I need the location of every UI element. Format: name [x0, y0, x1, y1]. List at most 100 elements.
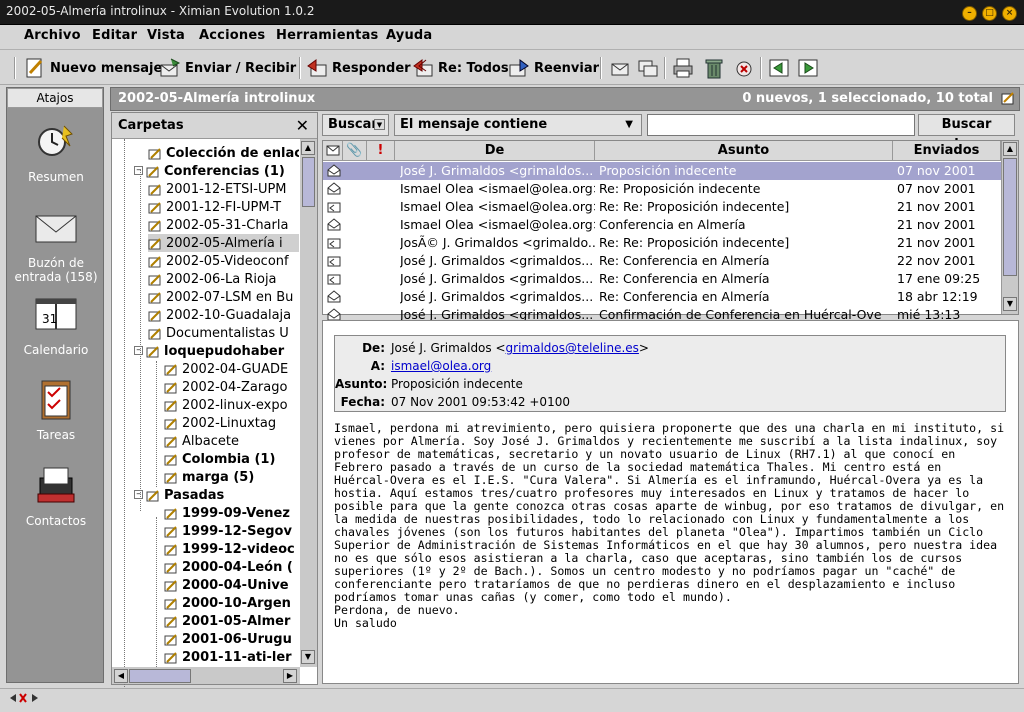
folder-item[interactable]: 2002-06-La Rioja: [148, 270, 299, 288]
folder-label: 1999-12-Segov: [182, 523, 292, 539]
shortcut-summary[interactable]: Resumen: [7, 120, 105, 184]
message-scroll-thumb[interactable]: [1003, 158, 1017, 276]
folder-hscroll-thumb[interactable]: [129, 669, 191, 683]
folder-item[interactable]: 2000-04-Unive: [164, 576, 299, 594]
folder-item[interactable]: 2002-04-GUADE: [164, 360, 299, 378]
shortcut-inbox[interactable]: Buzón de entrada (158): [7, 206, 105, 284]
folder-item[interactable]: 1999-12-videoc: [164, 540, 299, 558]
move-icon[interactable]: [609, 57, 631, 79]
forward-button[interactable]: Reenviar: [508, 55, 599, 81]
folder-item[interactable]: 2000-10-Argen: [164, 594, 299, 612]
folder-item[interactable]: 1999-12-Segov: [164, 522, 299, 540]
message-row[interactable]: Ismael Olea <ismael@olea.org> Re: Re: Pro…: [323, 198, 1003, 216]
search-scope-dropdown[interactable]: Buscar ▼: [322, 114, 389, 136]
close-window-button[interactable]: ×: [1002, 6, 1017, 21]
folder-item[interactable]: 2001-11-ati-ler: [164, 648, 299, 666]
shortcut-contacts[interactable]: Contactos: [7, 464, 105, 528]
folder-scroll-right[interactable]: ▶: [283, 669, 297, 683]
folder-item[interactable]: 2002-05-Almería i: [148, 234, 299, 252]
folder-item[interactable]: Albacete: [164, 432, 299, 450]
new-message-button[interactable]: Nuevo mensaje: [24, 55, 162, 81]
maximize-button[interactable]: □: [982, 6, 997, 21]
folder-item[interactable]: loquepudohaber: [146, 342, 299, 360]
folder-item[interactable]: 1999-09-Venez: [164, 504, 299, 522]
message-row[interactable]: Ismael Olea <ismael@olea.org> Re: Proposi…: [323, 180, 1003, 198]
menu-herramientas[interactable]: Herramientas: [276, 28, 379, 43]
new-message-label: Nuevo mensaje: [50, 60, 163, 76]
message-row[interactable]: Ismael Olea <ismael@olea.org> Conferencia…: [323, 216, 1003, 234]
shortcuts-header[interactable]: Atajos: [7, 88, 103, 108]
collapse-icon[interactable]: –: [134, 166, 143, 175]
folder-item[interactable]: 2002-04-Zarago: [164, 378, 299, 396]
menu-vista[interactable]: Vista: [147, 28, 185, 43]
search-input[interactable]: [647, 114, 915, 136]
close-folder-pane-icon[interactable]: ✕: [296, 113, 309, 138]
minimize-button[interactable]: –: [962, 6, 977, 21]
folder-item[interactable]: 2002-linux-expo: [164, 396, 299, 414]
send-receive-button[interactable]: Enviar / Recibir: [159, 55, 296, 81]
menu-acciones[interactable]: Acciones: [199, 28, 265, 43]
folder-item[interactable]: 2001-05-Almer: [164, 612, 299, 630]
folder-item[interactable]: Pasadas: [146, 486, 299, 504]
folder-item[interactable]: 2001-06-Urugu: [164, 630, 299, 648]
folder-item[interactable]: 2001-12-ETSI-UPM: [148, 180, 299, 198]
reply-all-button[interactable]: Re: Todos: [412, 55, 509, 81]
folder-item[interactable]: Colombia (1): [164, 450, 299, 468]
message-row[interactable]: José J. Grimaldos <grimaldos... Re: Confe…: [323, 270, 1003, 288]
menu-editar[interactable]: Editar: [92, 28, 137, 43]
message-row[interactable]: José J. Grimaldos <grimaldos... Proposici…: [323, 162, 1003, 180]
folder-item[interactable]: 2002-07-LSM en Bu: [148, 288, 299, 306]
previous-icon[interactable]: [768, 57, 790, 79]
collapse-icon[interactable]: –: [134, 346, 143, 355]
menu-bar: Archivo Editar Vista Acciones Herramient…: [0, 25, 1024, 50]
to-email-link[interactable]: ismael@olea.org: [391, 359, 491, 373]
delete-icon[interactable]: [703, 57, 725, 79]
reply-button[interactable]: Responder: [306, 55, 411, 81]
search-now-button[interactable]: Buscar ahora: [918, 114, 1015, 152]
folder-scrollbar[interactable]: [300, 139, 317, 667]
folder-item[interactable]: Colección de enlac: [148, 144, 299, 162]
folder-scroll-down[interactable]: ▼: [301, 650, 315, 664]
folder-item[interactable]: 2002-10-Guadalaja: [148, 306, 299, 324]
from-email-link[interactable]: grimaldos@teleline.es: [506, 341, 639, 355]
message-counts: 0 nuevos, 1 seleccionado, 10 total: [742, 91, 993, 106]
status-column-header[interactable]: [323, 141, 343, 161]
folder-item[interactable]: Conferencias (1): [146, 162, 299, 180]
folder-scroll-left[interactable]: ◀: [114, 669, 128, 683]
folder-item[interactable]: 2002-05-Videoconf: [148, 252, 299, 270]
shortcut-calendar[interactable]: 31 Calendario: [7, 293, 105, 357]
shortcut-contacts-label: Contactos: [25, 514, 87, 528]
shortcut-tasks[interactable]: Tareas: [7, 378, 105, 442]
offline-status-icon[interactable]: [8, 691, 42, 708]
folder-item[interactable]: 2001-12-FI-UPM-T: [148, 198, 299, 216]
search-criteria-dropdown[interactable]: El mensaje contiene ▼: [394, 114, 642, 136]
next-icon[interactable]: [797, 57, 819, 79]
message-row[interactable]: JosÃ© J. Grimaldos <grimaldo... Re: Re: P…: [323, 234, 1003, 252]
copy-icon[interactable]: [637, 57, 659, 79]
folder-label: 2000-04-Unive: [182, 577, 289, 593]
print-icon[interactable]: [672, 57, 694, 79]
folder-scroll-up[interactable]: ▲: [301, 141, 315, 155]
subject-column-header[interactable]: Asunto: [595, 141, 893, 161]
folder-item[interactable]: marga (5): [164, 468, 299, 486]
folder-label: marga (5): [182, 469, 255, 485]
folder-item[interactable]: 2000-04-León (: [164, 558, 299, 576]
folder-item[interactable]: 2002-Linuxtag: [164, 414, 299, 432]
menu-archivo[interactable]: Archivo: [24, 28, 81, 43]
priority-column-header[interactable]: !: [367, 141, 395, 161]
folder-scroll-thumb[interactable]: [302, 157, 315, 207]
message-list-scrollbar[interactable]: ▲ ▼: [1001, 141, 1018, 314]
message-scroll-down[interactable]: ▼: [1003, 297, 1017, 311]
menu-ayuda[interactable]: Ayuda: [386, 28, 432, 43]
folder-icon: [164, 561, 178, 574]
message-scroll-up[interactable]: ▲: [1003, 142, 1017, 156]
stop-icon[interactable]: [733, 57, 755, 79]
from-column-header[interactable]: De: [395, 141, 595, 161]
message-row[interactable]: José J. Grimaldos <grimaldos... Re: Confe…: [323, 288, 1003, 306]
message-row[interactable]: José J. Grimaldos <grimaldos... Re: Confe…: [323, 252, 1003, 270]
attachment-column-header[interactable]: 📎: [343, 141, 367, 161]
collapse-icon[interactable]: –: [134, 490, 143, 499]
folder-item[interactable]: 2002-05-31-Charla: [148, 216, 299, 234]
folder-item[interactable]: Documentalistas U: [148, 324, 299, 342]
sent-column-header[interactable]: Enviados: [893, 141, 1001, 161]
